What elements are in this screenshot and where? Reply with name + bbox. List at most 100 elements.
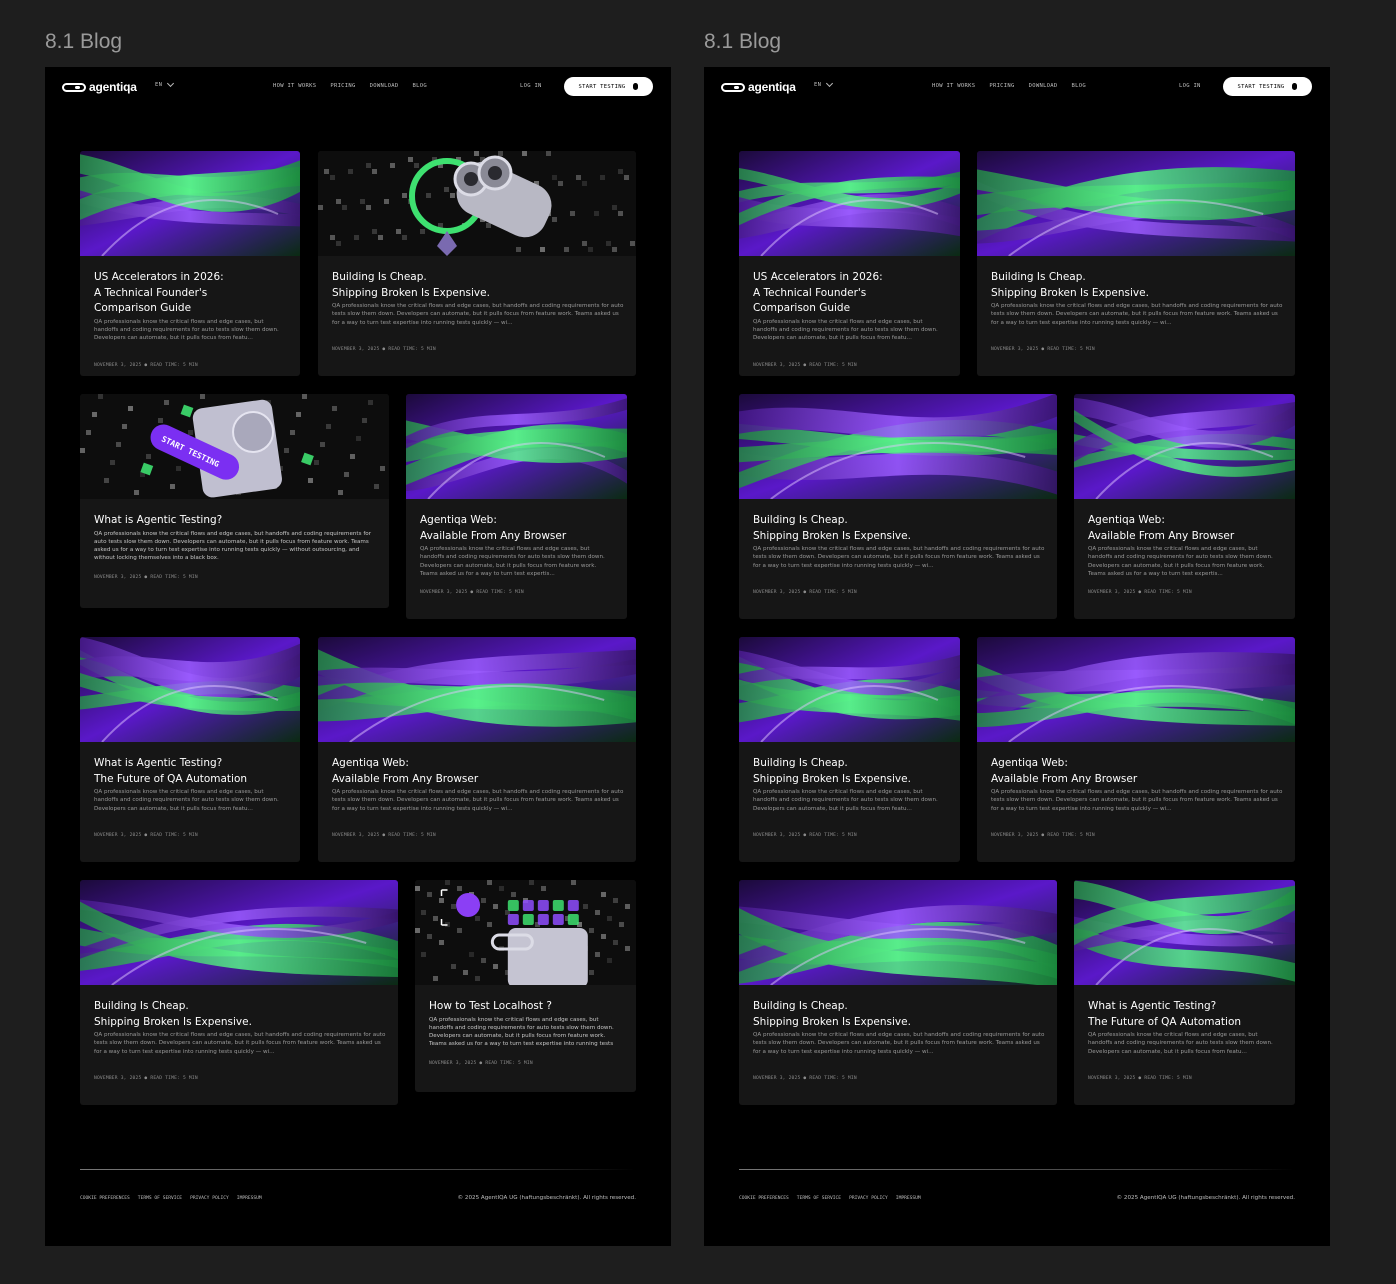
footer-link-cookie-preferences[interactable]: COOKIE PREFERENCES bbox=[739, 1196, 789, 1201]
start-testing-button[interactable]: START TESTING bbox=[1223, 77, 1312, 96]
blog-card[interactable]: Building Is Cheap. Shipping Broken Is Exp… bbox=[318, 151, 636, 376]
card-title-line: Agentiqa Web: bbox=[332, 757, 409, 769]
logo[interactable]: agentiqa bbox=[62, 80, 137, 94]
card-title[interactable]: US Accelerators in 2026: A Technical Foun… bbox=[94, 270, 288, 317]
blog-card[interactable]: US Accelerators in 2026: A Technical Foun… bbox=[80, 151, 300, 376]
nav-menu: HOW IT WORKS PRICING DOWNLOAD BLOG bbox=[273, 83, 427, 89]
logo-text: agentiqa bbox=[89, 80, 137, 94]
card-title[interactable]: Agentiqa Web: Available From Any Browser bbox=[420, 513, 615, 544]
login-link[interactable]: LOG IN bbox=[520, 83, 542, 89]
blog-card[interactable]: Agentiqa Web: Available From Any Browser Q… bbox=[318, 637, 636, 862]
copyright: © 2025 AgentIQA UG (haftungsbeschränkt).… bbox=[457, 1195, 636, 1201]
blog-card[interactable]: Building Is Cheap. Shipping Broken Is Exp… bbox=[739, 637, 960, 862]
abstract-green-purple-art bbox=[977, 151, 1295, 256]
blog-page-frame: agentiqa EN HOW IT WORKS PRICING DOWNLOA… bbox=[45, 67, 671, 1246]
blog-card[interactable]: What is Agentic Testing? The Future of QA… bbox=[1074, 880, 1295, 1105]
footer-link-cookie-preferences[interactable]: COOKIE PREFERENCES bbox=[80, 1196, 130, 1201]
footer-divider bbox=[80, 1169, 635, 1170]
card-meta: NOVEMBER 3, 2025 ● READ TIME: 5 MIN bbox=[1088, 590, 1192, 596]
card-title-line: A Technical Founder's bbox=[753, 286, 867, 299]
card-title[interactable]: How to Test Localhost ? bbox=[429, 999, 624, 1015]
card-title-line: Shipping Broken Is Expensive. bbox=[94, 1015, 252, 1028]
card-title[interactable]: Agentiqa Web: Available From Any Browser bbox=[332, 756, 624, 787]
card-title[interactable]: Building Is Cheap. Shipping Broken Is Exp… bbox=[753, 756, 948, 787]
nav-link-pricing[interactable]: PRICING bbox=[989, 83, 1014, 89]
footer-link-privacy[interactable]: PRIVACY POLICY bbox=[849, 1196, 888, 1201]
card-excerpt: QA professionals know the critical flows… bbox=[429, 1016, 614, 1048]
card-excerpt: QA professionals know the critical flows… bbox=[332, 303, 624, 326]
card-meta: NOVEMBER 3, 2025 ● READ TIME: 5 MIN bbox=[1088, 1076, 1192, 1082]
card-meta: NOVEMBER 3, 2025 ● READ TIME: 5 MIN bbox=[94, 362, 198, 368]
blog-card[interactable]: Agentiqa Web: Available From Any Browser Q… bbox=[406, 394, 627, 619]
card-title[interactable]: US Accelerators in 2026: A Technical Foun… bbox=[753, 270, 948, 317]
card-title[interactable]: What is Agentic Testing? The Future of QA… bbox=[1088, 999, 1283, 1030]
footer-link-terms[interactable]: TERMS OF SERVICE bbox=[797, 1196, 841, 1201]
card-excerpt: QA professionals know the critical flows… bbox=[991, 789, 1283, 812]
card-meta: NOVEMBER 3, 2025 ● READ TIME: 5 MIN bbox=[332, 833, 436, 839]
language-selector[interactable]: EN bbox=[814, 79, 834, 88]
card-title-line: Building Is Cheap. bbox=[753, 757, 848, 769]
card-title[interactable]: Building Is Cheap. Shipping Broken Is Exp… bbox=[753, 513, 1045, 544]
start-testing-label: START TESTING bbox=[1237, 83, 1285, 90]
blog-card[interactable]: How to Test Localhost ? QA professionals … bbox=[415, 880, 636, 1092]
nav-link-blog[interactable]: BLOG bbox=[413, 83, 427, 89]
blog-card[interactable]: START TESTING What is Agentic Testing? QA … bbox=[80, 394, 389, 608]
abstract-green-purple-art bbox=[739, 880, 1057, 985]
card-title-line: Comparison Guide bbox=[753, 302, 851, 314]
card-title-line: Shipping Broken Is Expensive. bbox=[753, 772, 911, 785]
card-excerpt: QA professionals know the critical flows… bbox=[1088, 1032, 1273, 1055]
blog-card[interactable]: Building Is Cheap. Shipping Broken Is Exp… bbox=[977, 151, 1295, 376]
card-title[interactable]: What is Agentic Testing? The Future of QA… bbox=[94, 756, 288, 787]
login-link[interactable]: LOG IN bbox=[1179, 83, 1201, 89]
card-title[interactable]: What is Agentic Testing? bbox=[94, 513, 377, 529]
blog-page-frame: agentiqa EN HOW IT WORKS PRICING DOWNLOA… bbox=[704, 67, 1330, 1246]
card-excerpt: QA professionals know the critical flows… bbox=[753, 789, 938, 812]
footer-link-privacy[interactable]: PRIVACY POLICY bbox=[190, 1196, 229, 1201]
card-title-line: Available From Any Browser bbox=[991, 772, 1138, 785]
footer-link-terms[interactable]: TERMS OF SERVICE bbox=[138, 1196, 182, 1201]
card-meta: NOVEMBER 3, 2025 ● READ TIME: 5 MIN bbox=[991, 833, 1095, 839]
card-title-line: Shipping Broken Is Expensive. bbox=[753, 1015, 911, 1028]
card-meta: NOVEMBER 3, 2025 ● READ TIME: 5 MIN bbox=[991, 347, 1095, 353]
card-excerpt: QA professionals know the critical flows… bbox=[753, 318, 938, 342]
card-title[interactable]: Agentiqa Web: Available From Any Browser bbox=[1088, 513, 1283, 544]
card-title[interactable]: Building Is Cheap. Shipping Broken Is Exp… bbox=[991, 270, 1283, 301]
blog-card[interactable]: Building Is Cheap. Shipping Broken Is Exp… bbox=[739, 880, 1057, 1105]
language-selector[interactable]: EN bbox=[155, 79, 175, 88]
card-title-line: Shipping Broken Is Expensive. bbox=[991, 286, 1149, 299]
footer-link-impressum[interactable]: IMPRESSUM bbox=[237, 1196, 262, 1201]
blog-card[interactable]: Agentiqa Web: Available From Any Browser Q… bbox=[977, 637, 1295, 862]
top-nav: agentiqa EN HOW IT WORKS PRICING DOWNLOA… bbox=[704, 67, 1330, 107]
logo[interactable]: agentiqa bbox=[721, 80, 796, 94]
nav-link-download[interactable]: DOWNLOAD bbox=[370, 83, 399, 89]
footer-divider bbox=[739, 1169, 1294, 1170]
card-excerpt: QA professionals know the critical flows… bbox=[991, 303, 1283, 326]
card-title[interactable]: Building Is Cheap. Shipping Broken Is Exp… bbox=[753, 999, 1045, 1030]
card-title[interactable]: Agentiqa Web: Available From Any Browser bbox=[991, 756, 1283, 787]
nav-link-download[interactable]: DOWNLOAD bbox=[1029, 83, 1058, 89]
card-title[interactable]: Building Is Cheap. Shipping Broken Is Exp… bbox=[94, 999, 386, 1030]
blog-card[interactable]: Building Is Cheap. Shipping Broken Is Exp… bbox=[80, 880, 398, 1105]
nav-link-blog[interactable]: BLOG bbox=[1072, 83, 1086, 89]
blog-card[interactable]: US Accelerators in 2026: A Technical Foun… bbox=[739, 151, 960, 376]
card-meta: NOVEMBER 3, 2025 ● READ TIME: 5 MIN bbox=[753, 1076, 857, 1082]
card-title-line: Comparison Guide bbox=[94, 302, 192, 314]
footer-link-impressum[interactable]: IMPRESSUM bbox=[896, 1196, 921, 1201]
blog-card[interactable]: Building Is Cheap. Shipping Broken Is Exp… bbox=[739, 394, 1057, 619]
logo-mark-icon bbox=[721, 82, 745, 92]
card-title[interactable]: Building Is Cheap. Shipping Broken Is Exp… bbox=[332, 270, 624, 301]
abstract-green-purple-art bbox=[318, 637, 636, 742]
nav-link-pricing[interactable]: PRICING bbox=[330, 83, 355, 89]
card-meta: NOVEMBER 3, 2025 ● READ TIME: 5 MIN bbox=[753, 590, 857, 596]
card-excerpt: QA professionals know the critical flows… bbox=[332, 789, 624, 812]
card-title-line: Available From Any Browser bbox=[420, 529, 567, 542]
card-meta: NOVEMBER 3, 2025 ● READ TIME: 5 MIN bbox=[753, 362, 857, 368]
card-title-line: Building Is Cheap. bbox=[332, 271, 427, 283]
nav-link-how-it-works[interactable]: HOW IT WORKS bbox=[932, 83, 975, 89]
language-label: EN bbox=[155, 82, 163, 88]
start-testing-button[interactable]: START TESTING bbox=[564, 77, 653, 96]
start-testing-illustration: START TESTING bbox=[80, 394, 389, 499]
blog-card[interactable]: Agentiqa Web: Available From Any Browser Q… bbox=[1074, 394, 1295, 619]
blog-card[interactable]: What is Agentic Testing? The Future of QA… bbox=[80, 637, 300, 862]
nav-link-how-it-works[interactable]: HOW IT WORKS bbox=[273, 83, 316, 89]
